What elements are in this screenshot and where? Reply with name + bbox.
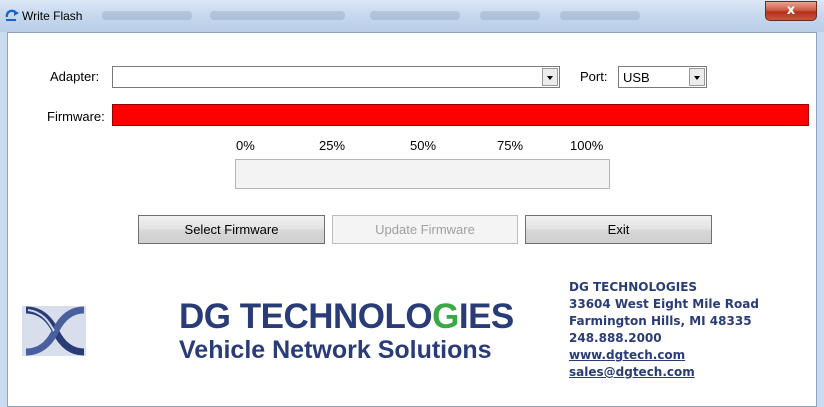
logo-title-text: DG TECHNOLO (179, 297, 433, 336)
progress-tick-label: 0% (236, 138, 255, 153)
website-link[interactable]: www.dgtech.com (569, 348, 685, 362)
select-firmware-button[interactable]: Select Firmware (138, 215, 325, 244)
progress-bar (235, 159, 610, 189)
firmware-status-bar (112, 104, 809, 126)
exit-button[interactable]: Exit (525, 215, 712, 244)
port-dropdown-button[interactable] (689, 68, 705, 86)
adapter-select[interactable] (112, 66, 560, 88)
blurred-title-segment (370, 11, 460, 20)
window-title: Write Flash (22, 9, 83, 23)
write-flash-dialog: Adapter: Port: USB Firmware: 0% 25% 50% … (7, 32, 817, 407)
progress-tick-label: 25% (319, 138, 346, 153)
progress-tick-label: 50% (410, 138, 437, 153)
blurred-title-segment (480, 11, 540, 20)
blurred-title-segment (102, 11, 192, 20)
progress-tick-label: 75% (497, 138, 524, 153)
port-select[interactable]: USB (618, 66, 707, 88)
logo-subtitle: Vehicle Network Solutions (179, 336, 492, 364)
title-bar[interactable]: Write Flash x (0, 0, 824, 32)
close-button[interactable]: x (765, 1, 817, 21)
app-icon (5, 9, 19, 21)
port-label: Port: (580, 69, 608, 84)
address-city: Farmington Hills, MI 48335 (569, 314, 752, 328)
blurred-title-segment (210, 11, 345, 20)
logo-title: DG TECHNOLOGIES (179, 297, 514, 337)
company-name: DG TECHNOLOGIES (569, 280, 698, 294)
adapter-dropdown-button[interactable] (542, 68, 558, 86)
firmware-label: Firmware: (47, 109, 105, 124)
adapter-label: Adapter: (50, 69, 100, 84)
close-icon: x (786, 3, 796, 18)
dg-logo-mark (22, 306, 86, 356)
phone-number: 248.888.2000 (569, 331, 662, 345)
logo-title-text: IES (458, 297, 514, 336)
port-value: USB (623, 70, 650, 85)
blurred-title-segment (560, 11, 640, 20)
update-firmware-button[interactable]: Update Firmware (332, 215, 518, 244)
email-link[interactable]: sales@dgtech.com (569, 365, 695, 379)
progress-tick-label: 100% (570, 138, 604, 153)
address-street: 33604 West Eight Mile Road (569, 297, 759, 311)
logo-title-accent-letter: G (432, 297, 459, 336)
